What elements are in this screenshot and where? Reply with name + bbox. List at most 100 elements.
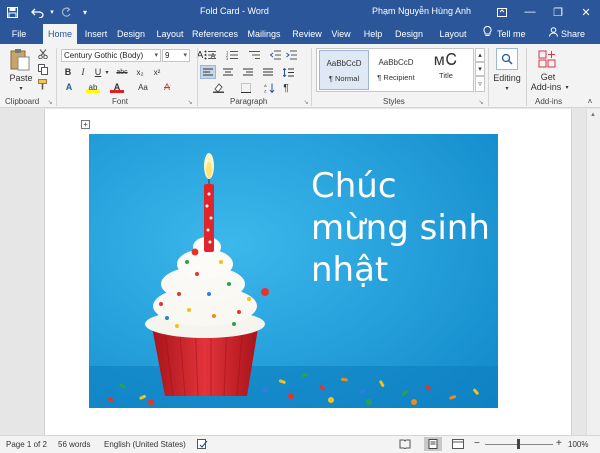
get-addins-line2[interactable]: Add-ins xyxy=(529,82,563,92)
get-addins-icon[interactable] xyxy=(537,49,557,69)
scroll-up-icon[interactable]: ▲ xyxy=(590,112,596,118)
paste-icon[interactable] xyxy=(8,48,32,72)
vertical-scrollbar[interactable]: ▲ xyxy=(586,109,600,435)
style-normal[interactable]: AaBbCcD ¶ Normal xyxy=(319,50,369,90)
decrease-indent-icon[interactable] xyxy=(268,49,282,61)
paragraph-group-label: Paragraph xyxy=(230,97,268,106)
numbering-icon[interactable]: 123 xyxy=(224,49,240,61)
shading-icon[interactable] xyxy=(210,82,226,94)
font-family-select[interactable]: Century Gothic (Body) ▾ xyxy=(61,49,161,62)
svg-text:3: 3 xyxy=(226,56,229,60)
collapse-ribbon-icon[interactable]: ˄ xyxy=(585,97,595,106)
zoom-slider-thumb[interactable] xyxy=(517,439,520,449)
tab-table-layout[interactable]: Layout xyxy=(435,24,471,44)
styles-launcher-icon[interactable]: ↘ xyxy=(477,98,485,106)
editing-dropdown-icon[interactable]: ▾ xyxy=(502,84,512,92)
paragraph-launcher-icon[interactable]: ↘ xyxy=(302,98,310,106)
tab-mailings[interactable]: Mailings xyxy=(244,24,284,44)
copy-icon[interactable] xyxy=(36,63,50,75)
increase-indent-icon[interactable] xyxy=(284,49,298,61)
close-button[interactable]: ✕ xyxy=(572,0,600,24)
bold-button[interactable]: B xyxy=(62,66,74,78)
window-title: Fold Card - Word xyxy=(200,6,269,16)
justify-icon[interactable] xyxy=(260,65,276,79)
tab-design[interactable]: Design xyxy=(114,24,148,44)
styles-scroll-up-icon[interactable]: ▴ xyxy=(475,48,485,62)
addins-dropdown-icon[interactable]: ▾ xyxy=(563,83,571,91)
font-launcher-icon[interactable]: ↘ xyxy=(186,98,194,106)
get-addins-line1[interactable]: Get xyxy=(534,72,562,82)
lightbulb-icon[interactable] xyxy=(479,24,495,44)
language[interactable]: English (United States) xyxy=(104,440,186,449)
share-button[interactable]: Share xyxy=(561,24,587,44)
bullets-icon[interactable] xyxy=(202,49,218,61)
style-recipient[interactable]: AaBbCcD ¶ Recipient xyxy=(371,50,421,90)
minimize-button[interactable]: — xyxy=(516,0,544,24)
save-icon[interactable] xyxy=(4,4,20,20)
greeting-line-2: mừng sinh xyxy=(311,208,490,248)
clipboard-launcher-icon[interactable]: ↘ xyxy=(46,98,54,106)
cut-icon[interactable] xyxy=(36,48,50,60)
page-count[interactable]: Page 1 of 2 xyxy=(6,440,47,449)
undo-icon[interactable] xyxy=(28,4,48,20)
superscript-button[interactable]: x² xyxy=(150,66,164,78)
tab-file[interactable]: File xyxy=(6,24,32,44)
tab-home[interactable]: Home xyxy=(43,24,77,44)
borders-icon[interactable] xyxy=(238,82,254,94)
web-layout-icon[interactable] xyxy=(452,439,464,451)
customize-toolbar-icon[interactable]: ▾ xyxy=(80,4,90,20)
strikethrough-button[interactable]: abc xyxy=(114,66,130,78)
style-name: ¶ Recipient xyxy=(377,73,415,82)
undo-dropdown-icon[interactable]: ▾ xyxy=(48,4,56,20)
format-painter-icon[interactable] xyxy=(36,78,50,90)
share-person-icon[interactable] xyxy=(547,24,559,44)
tell-me-search[interactable]: Tell me xyxy=(497,24,533,44)
clear-formatting-button[interactable]: A xyxy=(160,81,174,93)
redo-icon[interactable] xyxy=(58,4,72,20)
zoom-out-button[interactable]: − xyxy=(474,438,480,449)
align-left-icon[interactable] xyxy=(200,65,216,79)
tab-insert[interactable]: Insert xyxy=(80,24,112,44)
tab-table-design[interactable]: Design xyxy=(391,24,427,44)
align-right-icon[interactable] xyxy=(240,65,256,79)
ribbon-tabs: File Home Insert Design Layout Reference… xyxy=(0,24,600,44)
paste-dropdown-icon[interactable]: ▾ xyxy=(16,84,26,92)
underline-dropdown-icon[interactable]: ▾ xyxy=(104,66,110,78)
pilcrow-icon[interactable]: ¶ xyxy=(280,82,292,94)
highlight-button[interactable]: ab xyxy=(86,81,100,93)
style-title[interactable]: ᴍᏟ Title xyxy=(421,50,471,90)
tab-help[interactable]: Help xyxy=(360,24,386,44)
tab-references[interactable]: References xyxy=(192,24,238,44)
find-icon[interactable] xyxy=(496,48,518,70)
print-layout-icon[interactable] xyxy=(424,437,442,451)
read-mode-icon[interactable] xyxy=(399,439,411,451)
underline-button[interactable]: U xyxy=(92,66,104,78)
multilevel-list-icon[interactable] xyxy=(246,49,262,61)
table-move-handle-icon[interactable]: + xyxy=(81,120,90,129)
line-spacing-icon[interactable] xyxy=(280,65,296,79)
card-greeting[interactable]: Chúc mừng sinh nhật xyxy=(311,165,490,291)
ribbon-display-icon[interactable] xyxy=(488,0,516,24)
zoom-level[interactable]: 100% xyxy=(568,440,588,449)
font-color-button[interactable]: A xyxy=(110,81,124,93)
align-center-icon[interactable] xyxy=(220,65,236,79)
styles-more-icon[interactable]: ▿ xyxy=(475,76,485,92)
text-effects-button[interactable]: A xyxy=(62,81,76,93)
styles-scroll-down-icon[interactable]: ▾ xyxy=(475,62,485,76)
proofing-icon[interactable] xyxy=(197,439,208,451)
tab-view[interactable]: View xyxy=(328,24,354,44)
editing-button[interactable]: Editing xyxy=(490,72,524,84)
zoom-in-button[interactable]: + xyxy=(556,438,562,449)
user-name[interactable]: Phạm Nguyễn Hùng Anh xyxy=(372,6,471,16)
change-case-button[interactable]: Aa xyxy=(134,81,152,93)
style-sample: AaBbCcD xyxy=(378,58,414,67)
word-count[interactable]: 56 words xyxy=(58,440,90,449)
tab-layout[interactable]: Layout xyxy=(153,24,187,44)
sort-icon[interactable]: AZ xyxy=(262,82,276,94)
restore-button[interactable]: ❐ xyxy=(544,0,572,24)
font-size-select[interactable]: 9 ▾ xyxy=(162,49,190,62)
paste-button[interactable]: Paste xyxy=(4,72,38,84)
subscript-button[interactable]: x₂ xyxy=(133,66,147,78)
tab-review[interactable]: Review xyxy=(290,24,324,44)
italic-button[interactable]: I xyxy=(77,66,89,78)
